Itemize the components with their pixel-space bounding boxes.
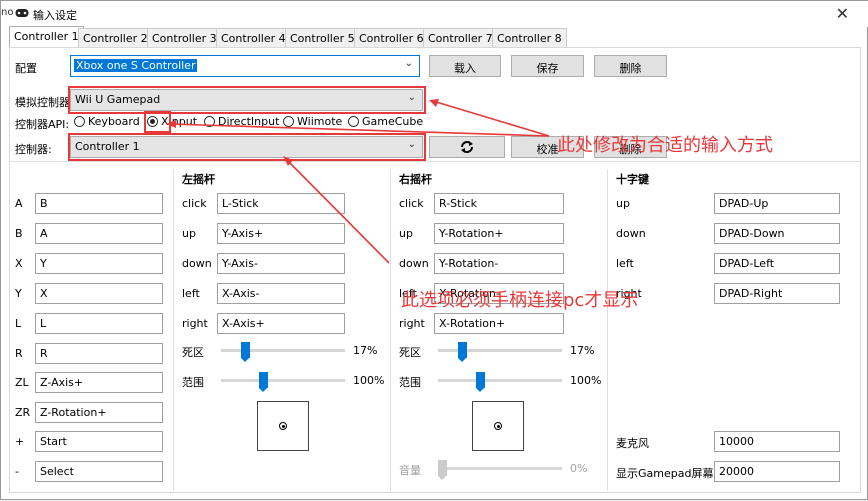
- arrow-line: [285, 158, 390, 264]
- arrow-head: [429, 99, 439, 107]
- annotation-requires-connection: 此选项必须手柄连接pc才显示: [401, 290, 639, 311]
- annotation-change-input: 此处修改为合适的输入方式: [557, 135, 773, 156]
- input-settings-window: no 输入设定 ✕ Controller 1 Controller 2 Cont…: [0, 0, 868, 500]
- annotation-arrows: [166, 99, 550, 264]
- arrow-head: [166, 120, 176, 128]
- arrow-line: [168, 123, 550, 137]
- arrow-line: [432, 100, 550, 137]
